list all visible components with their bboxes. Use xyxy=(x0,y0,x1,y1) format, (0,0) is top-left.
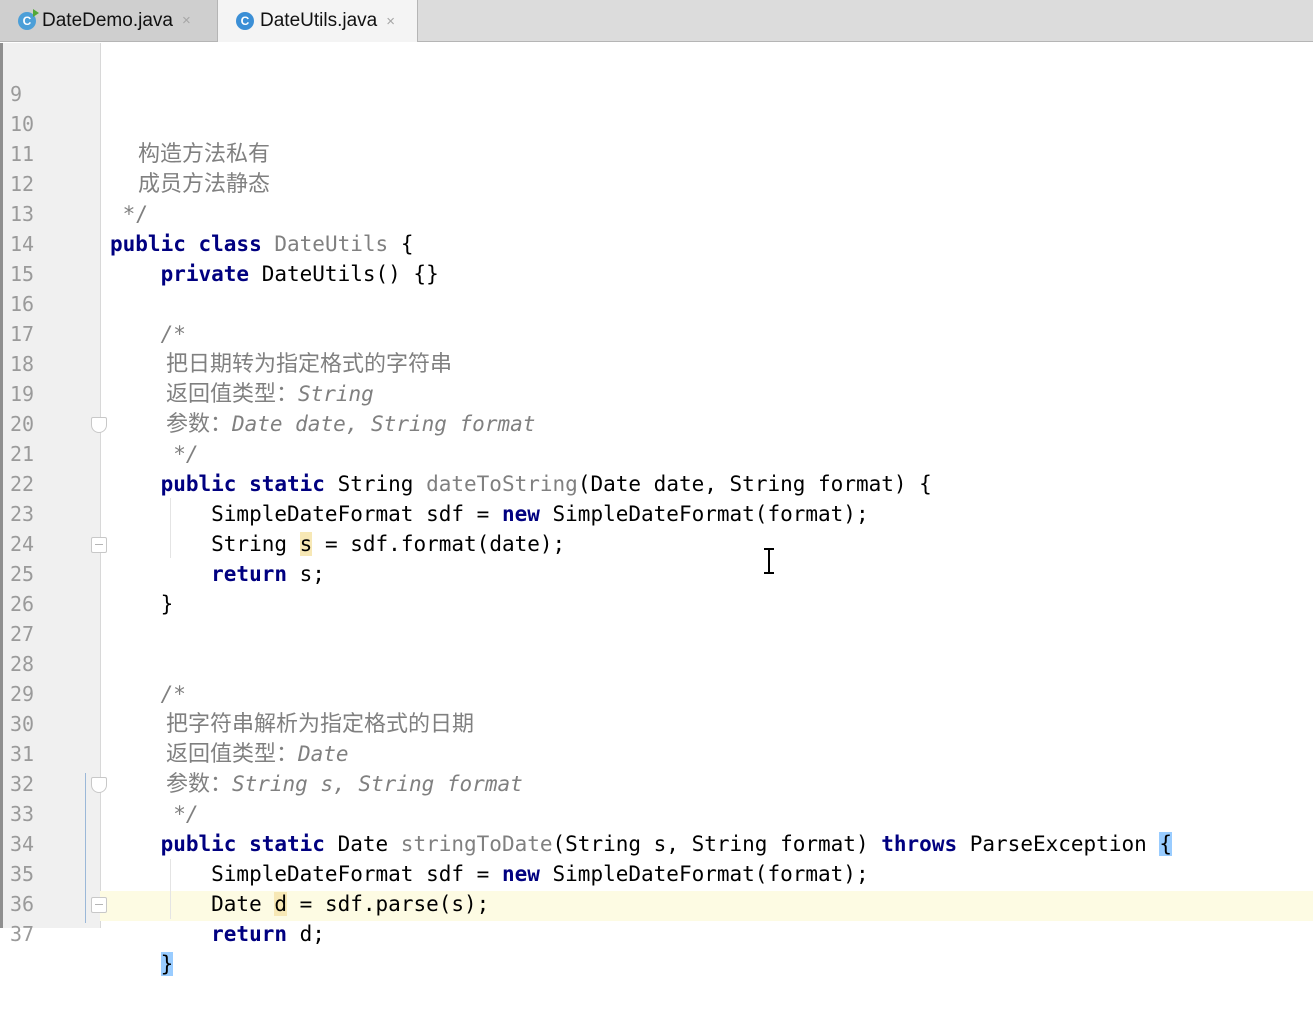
tab-label: DateUtils.java xyxy=(260,10,378,31)
fold-start-icon[interactable] xyxy=(91,417,107,433)
tab-label: DateDemo.java xyxy=(42,9,173,31)
code-line: 35 Date d = sdf.parse(s); xyxy=(0,829,1313,916)
close-icon[interactable]: × xyxy=(182,12,191,29)
code-line: 25 } xyxy=(0,529,1313,616)
code-line: 23 String s = sdf.format(date); xyxy=(0,469,1313,556)
fold-end-icon[interactable] xyxy=(91,897,107,913)
text-cursor-icon xyxy=(764,548,774,574)
code-line: 30 返回值类型：Date xyxy=(0,679,1313,767)
code-line: 36 return d; xyxy=(0,859,1313,946)
keyword: return xyxy=(110,922,288,946)
tab-datedemo[interactable]: C DateDemo.java × xyxy=(0,0,218,41)
code-line: 29 把字符串解析为指定格式的日期 xyxy=(0,649,1313,737)
code-line: 17 把日期转为指定格式的字符串 xyxy=(0,289,1313,377)
java-class-run-icon: C xyxy=(18,8,39,30)
java-class-icon: C xyxy=(236,12,254,30)
code-line: 24 return s; xyxy=(0,499,1313,586)
code-line: 12 */ xyxy=(0,139,1313,226)
line-number: 37 xyxy=(10,922,35,946)
code-line: 13 public class DateUtils { xyxy=(0,169,1313,256)
code-line: 15 xyxy=(0,229,1313,286)
matched-brace: } xyxy=(160,952,174,976)
code-line: 31 参数：String s, String format xyxy=(0,709,1313,797)
close-icon[interactable]: × xyxy=(386,13,395,30)
code-line: 37 } xyxy=(0,889,1313,976)
code-line: 34 SimpleDateFormat sdf = new SimpleDate… xyxy=(0,799,1313,886)
code-line: 14 private DateUtils() {} xyxy=(0,199,1313,286)
code-line: 19 参数：Date date, String format xyxy=(0,349,1313,437)
code-line: 26 xyxy=(0,559,1313,616)
code-line: 10 构造方法私有 xyxy=(0,79,1313,167)
fold-start-icon[interactable] xyxy=(91,777,107,793)
editor-tab-bar: C DateDemo.java × C DateUtils.java × xyxy=(0,0,1313,42)
fold-end-icon[interactable] xyxy=(91,537,107,553)
code-editor[interactable]: 9 10 构造方法私有 11 成员方法静态 12 */ 13 public cl… xyxy=(0,43,1313,976)
code-line: 11 成员方法静态 xyxy=(0,109,1313,197)
code-line: 20 */ xyxy=(0,379,1313,466)
code-line: 32 */ xyxy=(0,739,1313,826)
code-line: 33 public static Date stringToDate(Strin… xyxy=(0,769,1313,856)
code-line: 22 SimpleDateFormat sdf = new SimpleDate… xyxy=(0,439,1313,526)
code-line: 27 xyxy=(0,589,1313,646)
tab-dateutils[interactable]: C DateUtils.java × xyxy=(218,0,418,42)
code-line: 28 /* xyxy=(0,619,1313,706)
code-line: 21 public static String dateToString(Dat… xyxy=(0,409,1313,496)
code-text: d; xyxy=(287,922,325,946)
code-line: 18 返回值类型：String xyxy=(0,319,1313,407)
code-line: 16 /* xyxy=(0,259,1313,346)
code-line: 9 xyxy=(0,49,1313,106)
